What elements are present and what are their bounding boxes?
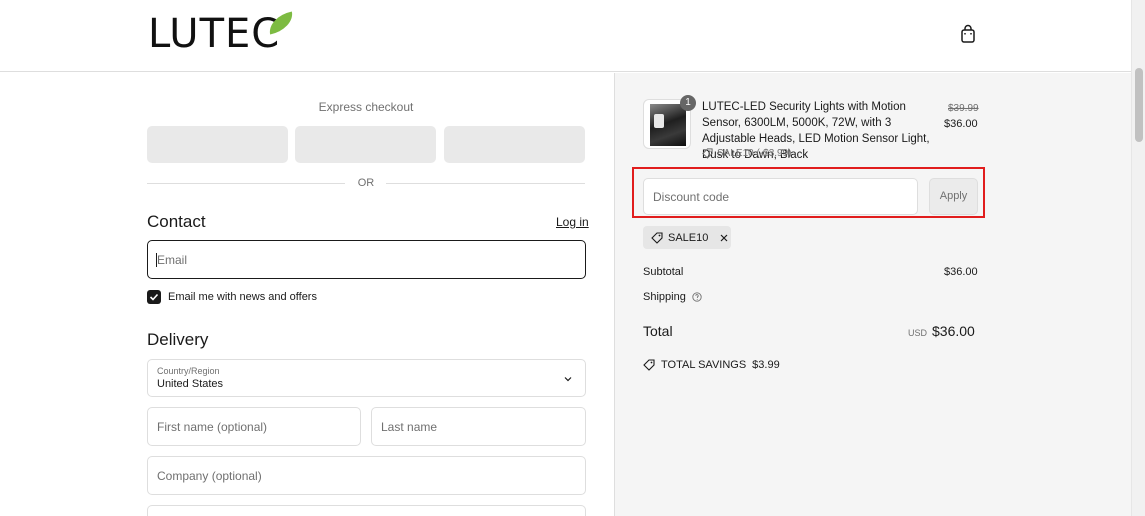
country-label: Country/Region	[157, 366, 220, 376]
country-select[interactable]: Country/Region United States	[147, 359, 586, 397]
express-pay-button-2[interactable]	[295, 126, 436, 163]
delivery-title: Delivery	[147, 330, 209, 349]
address-field[interactable]	[147, 505, 586, 516]
first-name-placeholder: First name (optional)	[157, 419, 268, 434]
total-label: Total	[643, 323, 673, 339]
scrollbar[interactable]	[1131, 0, 1145, 516]
checkmark-icon	[149, 293, 159, 301]
contact-title: Contact	[147, 212, 206, 231]
quantity-badge: 1	[680, 95, 696, 111]
product-discount: SALE10 (-$3.99)	[702, 148, 792, 159]
country-value: United States	[157, 378, 224, 390]
tag-icon	[643, 359, 655, 371]
email-field[interactable]: Email	[147, 240, 586, 279]
close-icon[interactable]	[719, 233, 729, 243]
savings-label: TOTAL SAVINGS	[661, 359, 747, 371]
applied-code-text: SALE10	[668, 231, 709, 244]
last-name-placeholder: Last name	[381, 419, 438, 434]
or-divider-label: OR	[357, 177, 375, 189]
shipping-label: Shipping	[643, 291, 686, 303]
express-pay-button-3[interactable]	[444, 126, 585, 163]
product-image-light	[654, 114, 664, 128]
apply-button[interactable]: Apply	[929, 178, 978, 215]
divider-right	[386, 183, 585, 184]
discount-code-input[interactable]: Discount code	[643, 178, 918, 215]
express-pay-button-1[interactable]	[147, 126, 288, 163]
tag-icon	[651, 231, 663, 244]
chevron-down-icon	[564, 377, 572, 382]
scrollbar-thumb[interactable]	[1135, 68, 1143, 142]
company-field[interactable]: Company (optional)	[147, 456, 586, 495]
discount-placeholder: Discount code	[653, 189, 730, 204]
product-discount-text: SALE10 (-$3.99)	[717, 148, 792, 159]
logo-text: LUTEC	[148, 11, 281, 57]
original-price: $39.99	[948, 103, 979, 114]
savings-value: $3.99	[752, 359, 780, 371]
login-link[interactable]: Log in	[556, 215, 589, 229]
lutec-logo[interactable]: LUTEC	[148, 11, 296, 57]
subtotal-label: Subtotal	[643, 266, 684, 278]
email-placeholder: Email	[157, 252, 188, 267]
total-value: $36.00	[932, 323, 975, 339]
subtotal-value: $36.00	[944, 266, 978, 278]
express-checkout-label: Express checkout	[318, 100, 414, 114]
tag-icon	[702, 148, 713, 159]
divider-left	[147, 183, 345, 184]
shopping-bag-icon[interactable]	[958, 24, 978, 44]
total-savings: TOTAL SAVINGS $3.99	[643, 359, 780, 371]
product-price: $36.00	[944, 118, 978, 130]
newsletter-label: Email me with news and offers	[168, 291, 317, 303]
help-circle-icon[interactable]	[692, 292, 702, 302]
applied-discount-tag: SALE10	[643, 226, 731, 249]
last-name-field[interactable]: Last name	[371, 407, 586, 446]
company-placeholder: Company (optional)	[157, 468, 262, 483]
newsletter-checkbox[interactable]	[147, 290, 161, 304]
shipping-row: Shipping	[643, 291, 702, 303]
site-header: LUTEC	[0, 0, 1131, 72]
first-name-field[interactable]: First name (optional)	[147, 407, 361, 446]
currency-code: USD	[908, 328, 928, 338]
